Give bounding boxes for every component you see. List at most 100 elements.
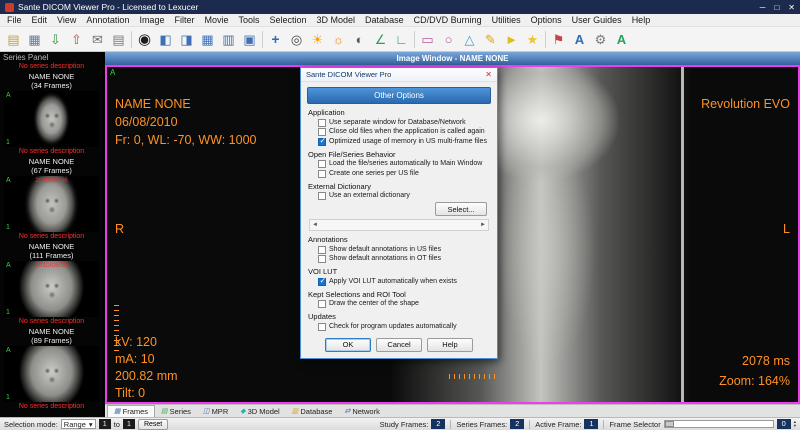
reset-button[interactable]: Reset (137, 418, 169, 430)
flag-icon[interactable]: ⚑ (548, 29, 569, 50)
checkbox-row[interactable]: Show default annotations in US files (318, 245, 497, 254)
brightness-icon[interactable]: ☼ (328, 29, 349, 50)
scrollbar-track[interactable] (318, 220, 480, 230)
checkbox[interactable] (318, 118, 326, 127)
series-thumbnail[interactable]: A 2010/08/06 1 (4, 261, 99, 317)
frame-selector-slider[interactable] (663, 420, 774, 428)
select-button[interactable]: Select... (435, 202, 487, 216)
menu-image[interactable]: Image (134, 14, 169, 27)
selection-mode-dropdown[interactable]: Range ▾ (60, 419, 96, 429)
dialog-close-button[interactable]: ✕ (482, 70, 495, 79)
frame-spinner[interactable]: ▴ ▾ (794, 419, 796, 428)
series-thumbnail[interactable]: A 2010/08/06 1 (4, 176, 99, 232)
checkbox[interactable] (318, 300, 326, 308)
menu-tools[interactable]: Tools (233, 14, 264, 27)
image-window-titlebar[interactable]: Image Window - NAME NONE (105, 52, 800, 65)
layout-grid-icon[interactable]: ▦ (197, 29, 218, 50)
annotation-text-icon[interactable]: A (611, 29, 632, 50)
menu-cd-dvd-burning[interactable]: CD/DVD Burning (409, 14, 487, 27)
menu-file[interactable]: File (2, 14, 27, 27)
checkbox[interactable] (318, 245, 326, 254)
tab-3d-model[interactable]: ◆ 3D Model (234, 405, 286, 417)
menu-user-guides[interactable]: User Guides (567, 14, 627, 27)
text-tool-icon[interactable]: A (569, 29, 590, 50)
checkbox-row[interactable]: Close old files when the application is … (318, 128, 497, 136)
checkbox[interactable] (318, 255, 326, 263)
checkbox-row[interactable]: Create one series per US file (318, 169, 497, 178)
pencil-icon[interactable]: ✎ (480, 29, 501, 50)
menu-selection[interactable]: Selection (264, 14, 311, 27)
menu-edit[interactable]: Edit (27, 14, 53, 27)
polygon-tool-icon[interactable]: △ (459, 29, 480, 50)
tile-windows-icon[interactable]: ▥ (218, 29, 239, 50)
zoom-icon[interactable]: ◎ (286, 29, 307, 50)
series-item[interactable]: NAME NONE (67 Frames) A 2010/08/06 1 No … (0, 157, 103, 241)
menu-utilities[interactable]: Utilities (487, 14, 526, 27)
arrow-tool-icon[interactable]: ► (501, 29, 522, 50)
checkbox-row[interactable]: Show default annotations in OT files (318, 255, 497, 263)
menu-options[interactable]: Options (526, 14, 567, 27)
sun-icon[interactable]: ☀ (307, 29, 328, 50)
dictionary-scrollbar[interactable]: ◄ ► (309, 219, 489, 231)
range-end-field[interactable]: 1 (122, 419, 135, 429)
tab-network[interactable]: ⇄ Network (338, 405, 385, 417)
tab-series[interactable]: ▤ Series (155, 405, 197, 417)
print-icon[interactable]: ▤ (108, 29, 129, 50)
checkbox-row[interactable]: Apply VOI LUT automatically when exists (318, 277, 497, 286)
angle-icon[interactable]: ∟ (391, 29, 412, 50)
checkbox[interactable] (318, 128, 326, 136)
series-thumbnail[interactable]: A 1 (4, 346, 99, 402)
series-thumbnail[interactable]: A 1 (4, 91, 99, 147)
series-item[interactable]: NAME NONE (111 Frames) A 2010/08/06 1 No… (0, 242, 103, 326)
menu-movie[interactable]: Movie (199, 14, 233, 27)
layout-right-icon[interactable]: ◨ (176, 29, 197, 50)
ruler-icon[interactable]: ∠ (370, 29, 391, 50)
open-folder-icon[interactable]: ▤ (3, 29, 24, 50)
maximize-button[interactable]: □ (774, 3, 779, 12)
menu-filter[interactable]: Filter (169, 14, 199, 27)
checkbox-row[interactable]: Optimized usage of memory in US multi-fr… (318, 137, 497, 146)
tab-mpr[interactable]: ◫ MPR (197, 405, 234, 417)
scroll-right-arrow-icon[interactable]: ► (480, 222, 486, 228)
slider-thumb[interactable] (664, 421, 674, 427)
tab-database[interactable]: ▥ Database (286, 405, 339, 417)
rect-tool-icon[interactable]: ▭ (417, 29, 438, 50)
help-button[interactable]: Help (427, 337, 473, 352)
checkbox[interactable] (318, 137, 326, 146)
fullscreen-icon[interactable]: ▣ (239, 29, 260, 50)
export-icon[interactable]: ⇧ (66, 29, 87, 50)
checkbox[interactable] (318, 192, 326, 200)
checkbox-row[interactable]: Use separate window for Database/Network (318, 118, 497, 127)
pan-icon[interactable]: + (265, 29, 286, 50)
checkbox-row[interactable]: Use an external dictionary (318, 192, 497, 200)
range-start-field[interactable]: 1 (98, 419, 111, 429)
gear-icon[interactable]: ⚙ (590, 29, 611, 50)
checkbox-row[interactable]: Draw the center of the shape (318, 300, 497, 308)
tab-frames[interactable]: ▦ Frames (107, 405, 156, 417)
cancel-button[interactable]: Cancel (376, 337, 422, 352)
checkbox-row[interactable]: Check for program updates automatically (318, 322, 497, 331)
layout-left-icon[interactable]: ◧ (155, 29, 176, 50)
menu-database[interactable]: Database (360, 14, 409, 27)
mail-icon[interactable]: ✉ (87, 29, 108, 50)
checkbox[interactable] (318, 160, 326, 168)
menu-help[interactable]: Help (627, 14, 656, 27)
close-button[interactable]: ✕ (788, 3, 795, 12)
minimize-button[interactable]: ─ (760, 3, 766, 12)
menu-annotation[interactable]: Annotation (81, 14, 134, 27)
checkbox[interactable] (318, 169, 326, 178)
ok-button[interactable]: OK (325, 337, 371, 352)
series-item[interactable]: NAME NONE (89 Frames) A 1 No series desc… (0, 327, 103, 411)
checkbox[interactable] (318, 322, 326, 331)
star-icon[interactable]: ★ (522, 29, 543, 50)
eye-icon[interactable]: ◉ (134, 29, 155, 50)
ellipse-tool-icon[interactable]: ○ (438, 29, 459, 50)
checkbox[interactable] (318, 277, 326, 286)
menu-3d-model[interactable]: 3D Model (312, 14, 361, 27)
save-icon[interactable]: ▦ (24, 29, 45, 50)
checkbox-row[interactable]: Load the file/series automatically to Ma… (318, 160, 497, 168)
spin-down-icon[interactable]: ▾ (794, 423, 796, 428)
import-icon[interactable]: ⇩ (45, 29, 66, 50)
menu-view[interactable]: View (52, 14, 81, 27)
series-item[interactable]: NAME NONE (34 Frames) A 1 No series desc… (0, 72, 103, 156)
